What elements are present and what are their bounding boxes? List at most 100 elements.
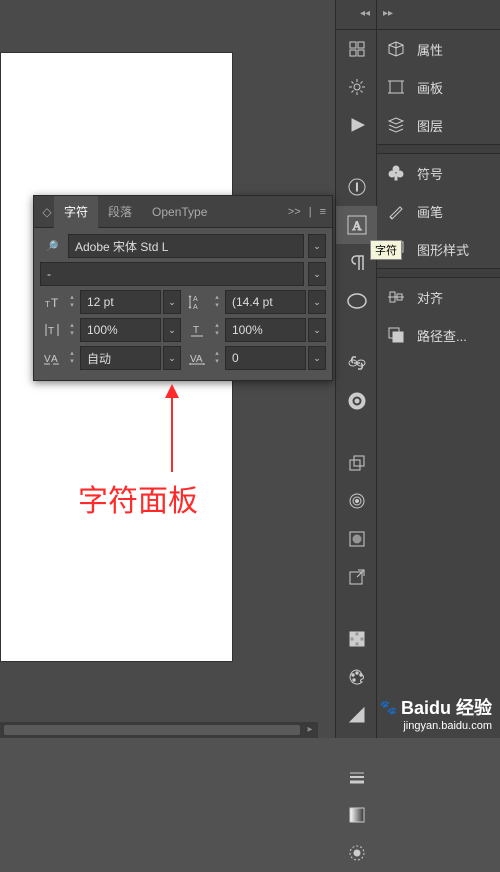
symbols-panel-button[interactable]: 符号 (377, 154, 500, 192)
v-scale-dropdown[interactable]: ⌄ (163, 318, 181, 342)
panel-expand-button[interactable]: >> (288, 206, 301, 218)
font-size-stepper[interactable]: ▴▾ (66, 294, 78, 310)
font-family-dropdown[interactable]: ⌄ (308, 234, 326, 258)
v-scale-stepper[interactable]: ▴▾ (66, 322, 78, 338)
svg-text:T: T (48, 326, 54, 337)
panel-label: 路径查... (417, 326, 467, 345)
font-family-field[interactable]: Adobe 宋体 Std L (68, 234, 304, 258)
color-guide-icon[interactable] (336, 696, 378, 734)
color-icon[interactable] (336, 658, 378, 696)
v-scale-field[interactable]: 100% (80, 318, 161, 342)
character-icon[interactable]: A (336, 206, 378, 244)
font-size-icon: TT (40, 290, 64, 314)
panels-header: ▸▸ (377, 0, 500, 30)
svg-text:T: T (193, 325, 199, 336)
tab-character[interactable]: 字符 (54, 196, 98, 228)
character-panel: ◇ 字符 段落 OpenType >> | ≡ 🔎 Adobe 宋体 Std L… (33, 195, 333, 381)
panel-label: 属性 (417, 40, 443, 59)
v-scale-icon: T (40, 318, 64, 342)
panel-divider: | (309, 206, 312, 218)
properties-panel-button[interactable]: 属性 (377, 30, 500, 68)
paw-icon: 🐾 (380, 699, 397, 716)
collapse-icon[interactable]: ▸▸ (383, 8, 393, 19)
collapsed-panels-strip: ◂◂ i A (335, 0, 377, 738)
panel-menu-icon[interactable]: ≡ (320, 206, 326, 218)
appearance-icon[interactable] (336, 482, 378, 520)
scrollbar-arrow-right[interactable]: ▸ (304, 724, 316, 736)
svg-text:A: A (193, 296, 198, 303)
cc-libraries-icon[interactable] (336, 382, 378, 420)
transform-icon[interactable] (336, 444, 378, 482)
h-scale-stepper[interactable]: ▴▾ (211, 322, 223, 338)
swatches-icon[interactable] (336, 620, 378, 658)
font-style-field[interactable]: - (40, 262, 304, 286)
svg-text:T: T (45, 300, 50, 309)
stroke-icon[interactable] (336, 758, 378, 796)
brushes-panel-button[interactable]: 画笔 (377, 192, 500, 230)
horizontal-scrollbar[interactable]: ▸ (0, 722, 318, 738)
align-panel-button[interactable]: 对齐 (377, 278, 500, 316)
character-tooltip: 字符 (370, 240, 402, 260)
font-size-dropdown[interactable]: ⌄ (163, 290, 181, 314)
svg-text:V: V (44, 354, 51, 365)
club-icon (385, 162, 407, 184)
character-panel-tabs: ◇ 字符 段落 OpenType >> | ≡ (34, 196, 332, 228)
tab-opentype[interactable]: OpenType (142, 196, 217, 228)
pattern-icon[interactable] (336, 834, 378, 872)
tracking-field[interactable]: 0 (225, 346, 306, 370)
tracking-icon: VA (185, 346, 209, 370)
guides-icon[interactable] (336, 30, 378, 68)
tracking-stepper[interactable]: ▴▾ (211, 350, 223, 366)
panel-label: 图层 (417, 116, 443, 135)
gear-icon[interactable] (336, 68, 378, 106)
svg-text:VA: VA (190, 354, 203, 365)
layers-panel-button[interactable]: 图层 (377, 106, 500, 144)
svg-text:i: i (356, 182, 358, 194)
brush-icon (385, 200, 407, 222)
watermark-url: jingyan.baidu.com (380, 720, 492, 732)
artboards-panel-button[interactable]: 画板 (377, 68, 500, 106)
leading-icon: AA (185, 290, 209, 314)
h-scale-dropdown[interactable]: ⌄ (308, 318, 326, 342)
opentype-icon[interactable] (336, 282, 378, 320)
leading-field[interactable]: (14.4 pt (225, 290, 306, 314)
watermark-brand: Baidu 经验 (401, 694, 492, 720)
annotation-label: 字符面板 (78, 476, 198, 520)
h-scale-field[interactable]: 100% (225, 318, 306, 342)
svg-text:T: T (51, 296, 59, 309)
align-icon (385, 286, 407, 308)
watermark: 🐾 Baidu 经验 jingyan.baidu.com (380, 694, 492, 732)
panel-label: 对齐 (417, 288, 443, 307)
panel-label: 画笔 (417, 202, 443, 221)
kerning-stepper[interactable]: ▴▾ (66, 350, 78, 366)
tracking-dropdown[interactable]: ⌄ (308, 346, 326, 370)
transparency-icon[interactable] (336, 520, 378, 558)
pathfinder-panel-button[interactable]: 路径查... (377, 316, 500, 354)
artboards-icon (385, 76, 407, 98)
close-panel-icon[interactable]: ◇ (40, 205, 54, 219)
font-style-dropdown[interactable]: ⌄ (308, 262, 326, 286)
leading-stepper[interactable]: ▴▾ (211, 294, 223, 310)
play-icon[interactable] (336, 106, 378, 144)
scrollbar-handle[interactable] (4, 725, 300, 735)
font-size-field[interactable]: 12 pt (80, 290, 161, 314)
layers-icon (385, 114, 407, 136)
links-icon[interactable] (336, 344, 378, 382)
panel-label: 画板 (417, 78, 443, 97)
search-icon: 🔎 (40, 234, 64, 258)
expand-icon[interactable]: ◂◂ (360, 8, 370, 19)
svg-text:A: A (51, 354, 58, 365)
panel-label: 图形样式 (417, 240, 469, 259)
kerning-dropdown[interactable]: ⌄ (163, 346, 181, 370)
gradient-icon[interactable] (336, 796, 378, 834)
kerning-field[interactable]: 自动 (80, 346, 161, 370)
panels-column: ▸▸ 属性 画板 图层 符号 画笔 图形样式 (377, 0, 500, 738)
svg-text:A: A (352, 218, 362, 233)
tab-paragraph[interactable]: 段落 (98, 196, 142, 228)
info-icon[interactable]: i (336, 168, 378, 206)
export-icon[interactable] (336, 558, 378, 596)
kerning-icon: VA (40, 346, 64, 370)
panel-label: 符号 (417, 164, 443, 183)
leading-dropdown[interactable]: ⌄ (308, 290, 326, 314)
svg-text:A: A (193, 304, 198, 310)
